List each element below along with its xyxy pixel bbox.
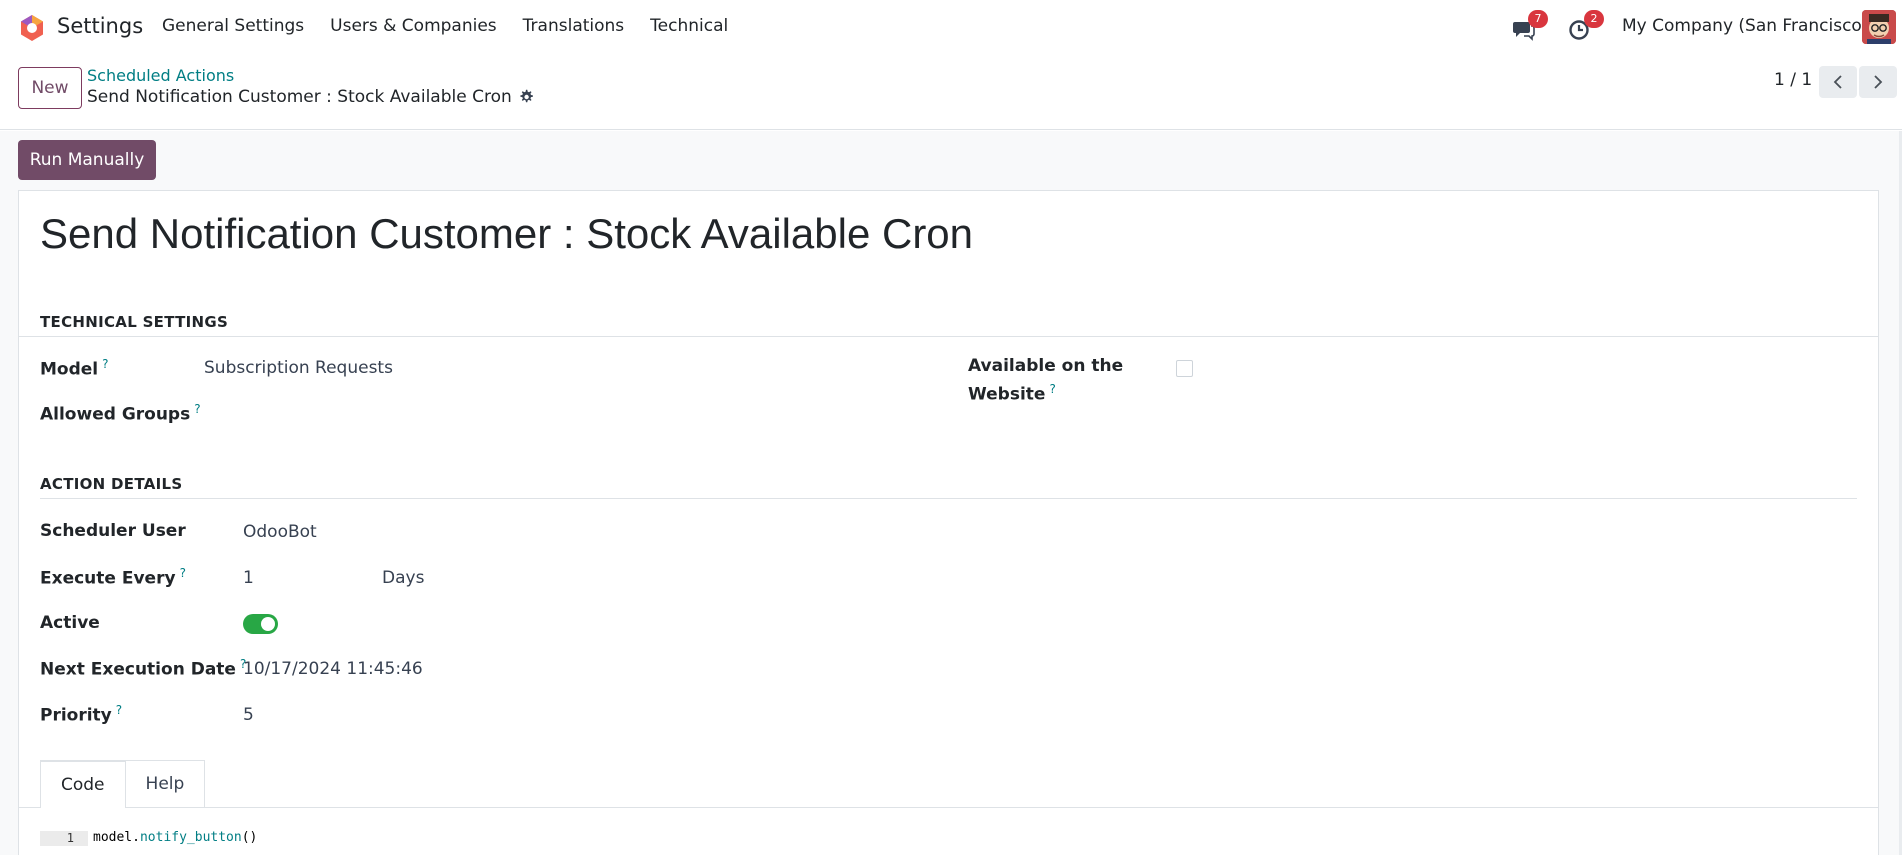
scheduler-user-label: Scheduler User [40, 521, 186, 541]
run-manually-button[interactable]: Run Manually [18, 140, 156, 180]
chevron-left-icon [1833, 75, 1842, 89]
activity-menu[interactable]: 2 [1568, 10, 1604, 40]
active-toggle[interactable] [243, 614, 278, 634]
company-switcher[interactable]: My Company (San Francisco) [1622, 16, 1868, 36]
technical-settings-heading: TECHNICAL SETTINGS [40, 313, 229, 331]
execute-every-label: Execute Every? [40, 566, 186, 589]
technical-settings-divider [18, 336, 1879, 337]
menu-technical[interactable]: Technical [650, 16, 728, 36]
website-label-text: Website [968, 384, 1046, 405]
interval-type-select[interactable]: Days [382, 568, 424, 588]
scheduler-user-field[interactable]: OdooBot [243, 522, 317, 542]
action-details-divider [40, 498, 1857, 499]
chevron-right-icon [1874, 75, 1883, 89]
activity-count-badge: 2 [1584, 10, 1604, 28]
next-execution-date-field[interactable]: 10/17/2024 11:45:46 [243, 659, 423, 679]
next-execution-label-text: Next Execution Date [40, 659, 236, 680]
tab-help[interactable]: Help [125, 760, 206, 808]
code-dot: . [132, 830, 140, 845]
code-method: notify_button [139, 830, 242, 845]
record-title[interactable]: Send Notification Customer : Stock Avail… [40, 210, 973, 258]
website-label-line1: Available on the [968, 356, 1124, 376]
pager-next-button[interactable] [1859, 66, 1897, 98]
breadcrumb-current: Send Notification Customer : Stock Avail… [87, 87, 534, 107]
app-name[interactable]: Settings [57, 14, 143, 38]
allowed-groups-field[interactable] [204, 402, 904, 424]
pager-previous-button[interactable] [1819, 66, 1857, 98]
code-parens: () [241, 830, 258, 845]
allowed-groups-label-text: Allowed Groups [40, 404, 191, 425]
gear-icon[interactable] [518, 89, 534, 105]
priority-field[interactable]: 5 [243, 705, 254, 725]
menu-users-companies[interactable]: Users & Companies [330, 16, 497, 36]
code-editor-line[interactable]: model.notify_button() [93, 830, 257, 845]
user-avatar[interactable] [1862, 10, 1896, 44]
website-help-icon[interactable]: ? [1049, 382, 1055, 396]
allowed-groups-label: Allowed Groups? [40, 402, 201, 425]
priority-label: Priority? [40, 703, 122, 726]
code-object: model [93, 830, 133, 845]
next-execution-label: Next Execution Date? [40, 657, 246, 680]
active-label: Active [40, 613, 100, 633]
tab-code[interactable]: Code [40, 760, 126, 808]
allowed-groups-help-icon[interactable]: ? [194, 402, 200, 416]
app-logo-icon[interactable] [18, 14, 46, 42]
top-navbar: Settings General Settings Users & Compan… [0, 0, 1902, 56]
main-menu: General Settings Users & Companies Trans… [162, 16, 754, 36]
interval-number-field[interactable]: 1 [243, 568, 254, 588]
model-field[interactable]: Subscription Requests [204, 358, 393, 378]
breadcrumb-current-label: Send Notification Customer : Stock Avail… [87, 87, 512, 107]
model-help-icon[interactable]: ? [102, 357, 108, 371]
control-panel: New Scheduled Actions Send Notification … [0, 56, 1902, 130]
pager-value[interactable]: 1 / 1 [1774, 70, 1812, 90]
model-label: Model? [40, 357, 109, 380]
messaging-menu[interactable]: 7 [1512, 10, 1548, 41]
notebook-tabs: Code Help [40, 760, 206, 808]
code-line-number: 1 [40, 831, 88, 846]
execute-every-help-icon[interactable]: ? [180, 566, 186, 580]
priority-label-text: Priority [40, 705, 112, 726]
website-label: Website? [968, 382, 1056, 405]
chat-count-badge: 7 [1528, 10, 1548, 28]
website-published-checkbox[interactable] [1176, 360, 1193, 377]
menu-translations[interactable]: Translations [523, 16, 625, 36]
priority-help-icon[interactable]: ? [116, 703, 122, 717]
avatar-face-icon [1862, 10, 1896, 44]
execute-every-label-text: Execute Every [40, 568, 176, 589]
notebook-divider [18, 807, 1879, 808]
action-details-heading: ACTION DETAILS [40, 475, 183, 493]
model-label-text: Model [40, 359, 99, 380]
breadcrumb-parent-link[interactable]: Scheduled Actions [87, 66, 234, 85]
menu-general-settings[interactable]: General Settings [162, 16, 304, 36]
new-button[interactable]: New [18, 67, 82, 109]
